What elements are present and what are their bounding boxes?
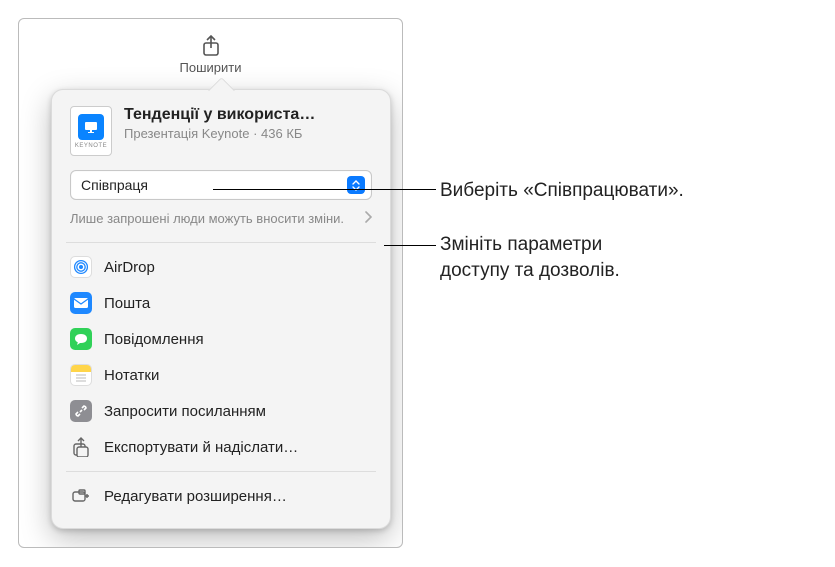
share-airdrop-label: AirDrop bbox=[104, 259, 155, 276]
extensions-icon bbox=[70, 485, 92, 507]
airdrop-icon bbox=[70, 256, 92, 278]
file-icon-label: KEYNOTE bbox=[75, 143, 107, 149]
file-icon: KEYNOTE bbox=[70, 106, 112, 156]
share-mail[interactable]: Пошта bbox=[52, 285, 390, 321]
share-airdrop[interactable]: AirDrop bbox=[52, 249, 390, 285]
share-icon[interactable] bbox=[199, 34, 223, 58]
share-notes[interactable]: Нотатки bbox=[52, 357, 390, 393]
export-icon bbox=[70, 436, 92, 458]
share-export-send-label: Експортувати й надіслати… bbox=[104, 439, 298, 456]
share-popover: KEYNOTE Тенденції у використа… Презентац… bbox=[51, 89, 391, 529]
share-messages-label: Повідомлення bbox=[104, 331, 204, 348]
share-export-send[interactable]: Експортувати й надіслати… bbox=[52, 429, 390, 465]
collaboration-mode-select[interactable]: Співпраця bbox=[70, 170, 372, 200]
share-options-list: AirDrop Пошта Повідомлення Нотатки bbox=[52, 243, 390, 471]
notes-icon bbox=[70, 364, 92, 386]
share-invite-link[interactable]: Запросити посиланням bbox=[52, 393, 390, 429]
toolbar-share-label: Поширити bbox=[180, 60, 242, 75]
chevron-right-icon bbox=[364, 210, 372, 228]
callout-leader bbox=[384, 245, 436, 246]
mail-icon bbox=[70, 292, 92, 314]
file-header: KEYNOTE Тенденції у використа… Презентац… bbox=[52, 106, 390, 170]
permissions-summary: Лише запрошені люди можуть вносити зміни… bbox=[70, 210, 356, 228]
file-title: Тенденції у використа… bbox=[124, 106, 372, 124]
share-edit-extensions[interactable]: Редагувати розширення… bbox=[52, 478, 390, 514]
window-frame: Поширити KEYNOTE Тенденції у використа… … bbox=[18, 18, 403, 548]
mode-selected-label: Співпраця bbox=[81, 177, 148, 193]
share-notes-label: Нотатки bbox=[104, 367, 159, 384]
updown-icon bbox=[347, 176, 365, 194]
share-invite-link-label: Запросити посиланням bbox=[104, 403, 266, 420]
callout-change-permissions: Змініть параметридоступу та дозволів. bbox=[440, 232, 620, 283]
share-edit-extensions-label: Редагувати розширення… bbox=[104, 488, 287, 505]
callout-leader bbox=[213, 189, 436, 190]
toolbar: Поширити bbox=[19, 19, 402, 77]
link-icon bbox=[70, 400, 92, 422]
file-subtitle: Презентація Keynote · 436 КБ bbox=[124, 126, 372, 141]
messages-icon bbox=[70, 328, 92, 350]
callout-choose-collaborate: Виберіть «Співпрацювати». bbox=[440, 178, 684, 204]
share-mail-label: Пошта bbox=[104, 295, 150, 312]
permissions-row[interactable]: Лише запрошені люди можуть вносити зміни… bbox=[70, 210, 372, 242]
share-messages[interactable]: Повідомлення bbox=[52, 321, 390, 357]
